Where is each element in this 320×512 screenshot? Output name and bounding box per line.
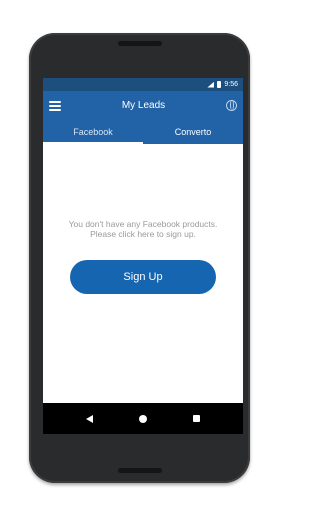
- bottom-speaker: [117, 468, 162, 473]
- phone-frame: 9:56 My Leads Facebook Converto You don'…: [29, 33, 250, 483]
- status-time: 9:56: [224, 81, 238, 88]
- home-icon[interactable]: [139, 414, 147, 423]
- message-line-2[interactable]: Please click here to sign up.: [47, 229, 239, 239]
- app-bar: My Leads: [43, 91, 243, 120]
- navigation-bar: [43, 403, 243, 434]
- battery-icon: [217, 81, 222, 88]
- tab-facebook[interactable]: Facebook: [43, 120, 143, 144]
- wifi-icon: [207, 81, 215, 88]
- sign-up-button[interactable]: Sign Up: [70, 260, 216, 294]
- globe-icon[interactable]: [226, 100, 237, 111]
- top-speaker: [117, 41, 162, 46]
- empty-state-message: You don't have any Facebook products. Pl…: [47, 219, 239, 239]
- screen: 9:56 My Leads Facebook Converto You don'…: [43, 78, 243, 434]
- tab-bar: Facebook Converto: [43, 120, 243, 144]
- message-line-1: You don't have any Facebook products.: [68, 219, 218, 229]
- back-icon[interactable]: [86, 414, 93, 423]
- tab-converto[interactable]: Converto: [143, 120, 243, 144]
- status-bar: 9:56: [43, 78, 243, 91]
- recents-icon[interactable]: [193, 415, 200, 422]
- menu-icon[interactable]: [49, 100, 61, 112]
- page-title: My Leads: [121, 100, 166, 111]
- main-content: You don't have any Facebook products. Pl…: [43, 144, 243, 399]
